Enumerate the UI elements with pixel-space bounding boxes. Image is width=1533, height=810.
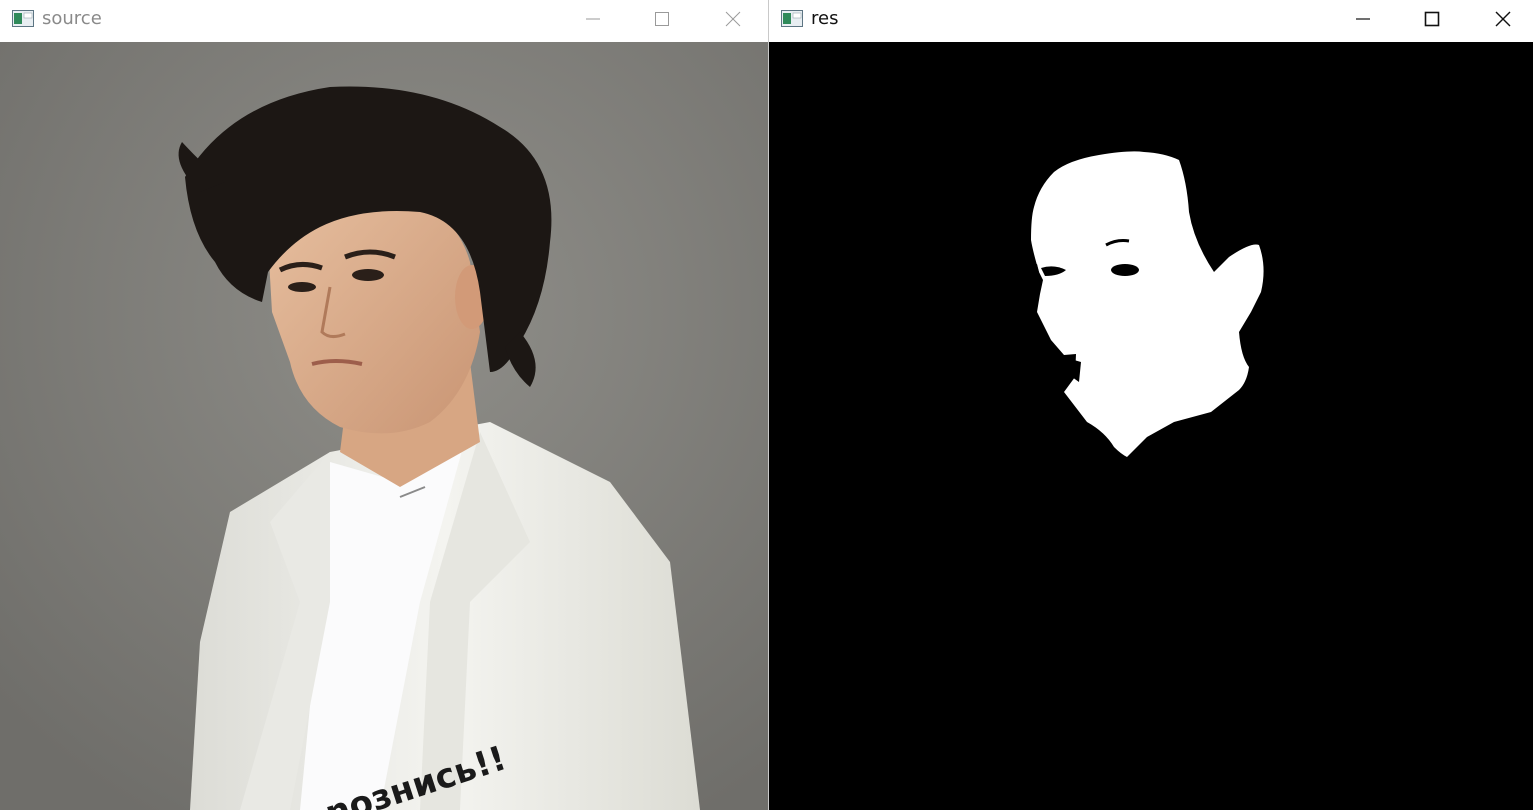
source-titlebar[interactable]: source	[0, 0, 768, 41]
source-maximize-button[interactable]	[639, 0, 685, 38]
source-image-area: noзнись!!	[0, 42, 768, 810]
app-image-icon	[781, 10, 803, 27]
res-maximize-button[interactable]	[1409, 0, 1455, 38]
source-window[interactable]: source noзнись!!	[0, 0, 768, 810]
maximize-icon	[655, 12, 669, 26]
res-close-button[interactable]	[1480, 0, 1526, 38]
source-minimize-button[interactable]	[570, 0, 616, 38]
close-icon	[1495, 11, 1511, 27]
source-window-title: source	[42, 8, 102, 29]
minimize-icon	[1356, 18, 1370, 20]
face-mask-image	[769, 42, 1533, 810]
minimize-icon	[586, 18, 600, 20]
source-portrait-image: noзнись!!	[0, 42, 768, 810]
close-icon	[725, 11, 741, 27]
res-image-area	[769, 42, 1533, 810]
res-minimize-button[interactable]	[1340, 0, 1386, 38]
mask-eye-right	[1111, 264, 1139, 276]
res-window[interactable]: res	[768, 0, 1533, 810]
desktop: source noзнись!! res	[0, 0, 1533, 810]
app-image-icon	[12, 10, 34, 27]
source-close-button[interactable]	[710, 0, 756, 38]
res-window-title: res	[811, 8, 839, 29]
maximize-icon	[1424, 11, 1440, 27]
res-titlebar[interactable]: res	[769, 0, 1533, 41]
